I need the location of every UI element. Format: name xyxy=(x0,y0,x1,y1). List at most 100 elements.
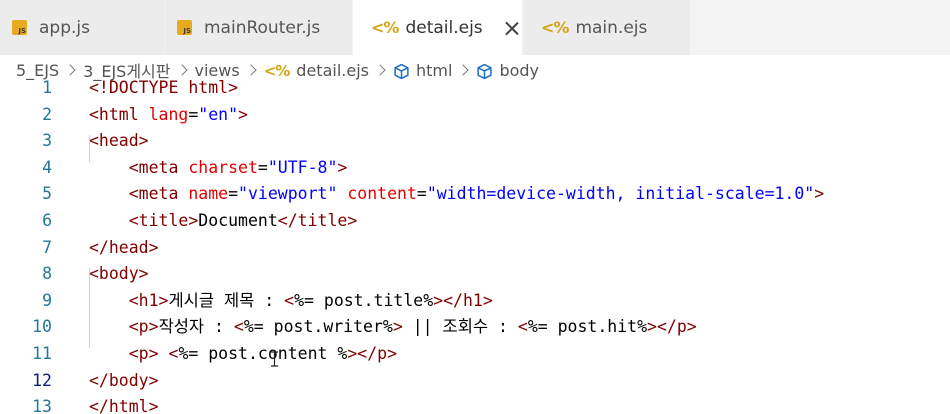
code-line[interactable]: 5 <meta name="viewport" content="width=d… xyxy=(0,181,950,208)
code-line[interactable]: 6 <title>Document</title> xyxy=(0,208,950,235)
code-token: %= post.hit% xyxy=(527,317,648,337)
chevron-right-icon xyxy=(245,64,257,76)
indent-guide xyxy=(89,135,90,162)
tab-bar-empty-space xyxy=(691,0,950,55)
code-token: = xyxy=(228,184,239,204)
tab-main-ejs[interactable]: <% main.ejs xyxy=(523,0,691,55)
code-token: <p> xyxy=(128,344,159,363)
text-cursor-icon xyxy=(271,351,278,367)
code-text: <meta name="viewport" content="width=dev… xyxy=(89,181,824,208)
code-token: = xyxy=(188,104,199,124)
code-token: ></p> xyxy=(347,344,397,363)
code-line[interactable]: 2 <html lang="en"> xyxy=(0,102,950,129)
line-number: 3 xyxy=(42,131,52,151)
code-token: <head> xyxy=(89,131,149,151)
code-token: Document xyxy=(198,211,278,230)
code-token: "UTF-8" xyxy=(267,157,338,177)
code-line[interactable]: 1 <!DOCTYPE html> xyxy=(0,75,950,102)
code-token: charset xyxy=(188,157,258,177)
js-file-icon: JS xyxy=(12,20,27,35)
code-text: <title>Document</title> xyxy=(89,208,358,235)
code-editor[interactable]: 13 </html> 12 </body> 11 <p> <%= post.conten… xyxy=(0,78,950,414)
code-text: <html lang="en"> xyxy=(89,102,248,129)
code-text: <h1>게시글 제목 : <%= post.title%></h1> xyxy=(89,288,493,315)
code-token: content xyxy=(347,184,417,204)
code-token: <!DOCTYPE html> xyxy=(89,78,239,97)
code-token: 작성자 : xyxy=(158,317,234,337)
code-token: <title> xyxy=(128,211,199,230)
code-token: 게시글 제목 : xyxy=(168,290,285,310)
close-tab-icon[interactable] xyxy=(505,21,519,35)
code-text: <p>작성자 : <%= post.writer%> || 조회수 : <%= … xyxy=(89,314,697,341)
tab-label: main.ejs xyxy=(575,17,648,38)
code-text: <head> xyxy=(89,128,149,155)
line-number: 9 xyxy=(42,290,52,310)
code-line[interactable]: 12 </body> xyxy=(0,367,950,395)
code-line[interactable]: 3 <head> xyxy=(0,128,950,155)
code-line[interactable]: 13 </html> xyxy=(0,394,950,414)
code-token: </title> xyxy=(277,211,358,230)
code-token: > xyxy=(392,317,403,337)
line-number: 11 xyxy=(32,344,52,363)
ejs-file-icon: <% xyxy=(371,18,399,37)
code-token: < xyxy=(517,317,528,337)
code-text: <p> <%= post.content %></p> xyxy=(89,341,397,368)
code-token: ></h1> xyxy=(433,290,493,310)
line-number: 5 xyxy=(42,184,52,204)
code-token: = xyxy=(257,157,268,177)
line-number: 8 xyxy=(42,264,52,284)
editor-tab-bar: JS app.js JS mainRouter.js <% detail.ejs… xyxy=(0,0,950,55)
tab-mainrouter-js-inner[interactable]: JS mainRouter.js xyxy=(165,0,353,55)
code-token: <p> xyxy=(128,317,159,337)
code-token: < xyxy=(284,290,295,310)
code-token: <meta xyxy=(128,157,179,177)
code-token: <h1> xyxy=(128,290,169,310)
code-token: </html> xyxy=(89,397,159,414)
js-file-icon: JS xyxy=(177,20,192,35)
tab-detail-ejs[interactable]: <% detail.ejs xyxy=(353,0,523,55)
line-number: 2 xyxy=(42,104,52,124)
line-number: 7 xyxy=(42,237,52,257)
code-token: > xyxy=(814,184,825,204)
code-token: < xyxy=(168,344,179,363)
chevron-right-icon xyxy=(64,64,76,76)
code-token: <meta xyxy=(128,184,179,204)
ejs-file-icon: <% xyxy=(541,18,569,37)
indent-guide xyxy=(89,268,90,348)
code-line[interactable]: 11 <p> <%= post.content %></p> xyxy=(0,341,950,368)
tab-mainrouter-js[interactable] xyxy=(0,0,188,55)
code-line[interactable]: 7 </head> xyxy=(0,235,950,262)
chevron-right-icon xyxy=(175,64,188,76)
code-line[interactable]: 9 <h1>게시글 제목 : <%= post.title%></h1> xyxy=(0,288,950,315)
code-text: </html> xyxy=(89,394,159,414)
code-token: </head> xyxy=(89,237,159,257)
code-token: > xyxy=(238,104,248,124)
code-line[interactable]: 4 <meta charset="UTF-8"> xyxy=(0,155,950,182)
chevron-right-icon xyxy=(457,64,470,76)
code-text: <!DOCTYPE html> xyxy=(89,75,238,102)
code-token: "viewport" xyxy=(238,184,338,204)
code-token: "width=device-width, initial-scale=1.0" xyxy=(426,184,815,204)
code-line[interactable]: 8 <body> xyxy=(0,261,950,288)
code-token: "en" xyxy=(198,104,239,124)
code-token: %= post.writer% xyxy=(243,317,393,337)
code-text: </head> xyxy=(89,235,159,262)
line-number: 12 xyxy=(32,370,52,390)
code-text: </body> xyxy=(89,368,159,395)
line-number: 4 xyxy=(42,157,52,177)
code-line[interactable]: 10 <p>작성자 : <%= post.writer%> || 조회수 : <… xyxy=(0,314,950,341)
code-token: > xyxy=(337,157,348,177)
code-token: = xyxy=(416,184,427,204)
chevron-right-icon xyxy=(374,64,386,76)
